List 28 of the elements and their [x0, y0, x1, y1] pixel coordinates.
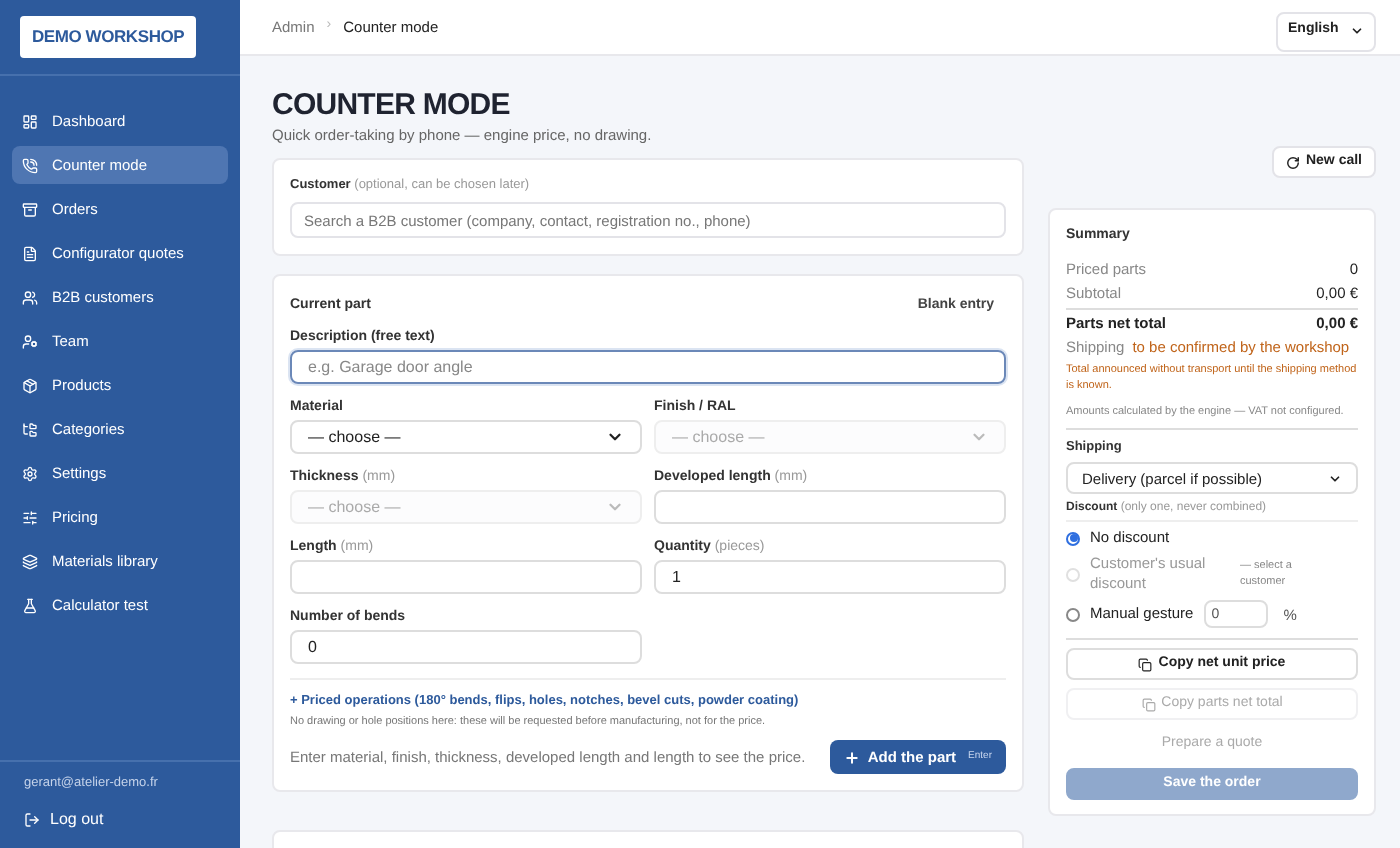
box-icon	[22, 377, 38, 393]
sliders-icon	[22, 509, 38, 525]
copy-icon	[1141, 697, 1156, 712]
input-field[interactable]: 1	[654, 560, 1006, 595]
user-gear-icon	[22, 333, 38, 349]
select-field[interactable]: — choose —	[290, 420, 642, 455]
flask-icon	[22, 597, 38, 613]
radio-button[interactable]	[1066, 531, 1080, 546]
document-icon	[22, 245, 38, 261]
grid-icon	[22, 113, 38, 129]
input-field[interactable]: 0	[290, 630, 642, 665]
brand-logo: DEMO WORKSHOP	[20, 16, 197, 58]
settings-icon	[22, 465, 38, 481]
archive-icon	[22, 201, 38, 217]
reset-icon	[1285, 155, 1300, 169]
logout-link[interactable]: Log out	[24, 808, 216, 832]
plus-icon	[843, 749, 860, 766]
chevron-icon	[1328, 471, 1342, 486]
folder-tree-icon	[22, 421, 38, 437]
users-icon	[22, 289, 38, 305]
input-field[interactable]: e.g. Garage door angle	[290, 350, 1006, 385]
copy-icon	[1138, 657, 1153, 672]
phone-icon	[22, 157, 38, 173]
layers-icon	[22, 553, 38, 569]
chevron-icon	[1350, 24, 1364, 38]
logout-icon	[24, 812, 40, 828]
radio-button[interactable]	[1066, 607, 1080, 622]
page-title: COUNTER MODE	[272, 88, 512, 122]
